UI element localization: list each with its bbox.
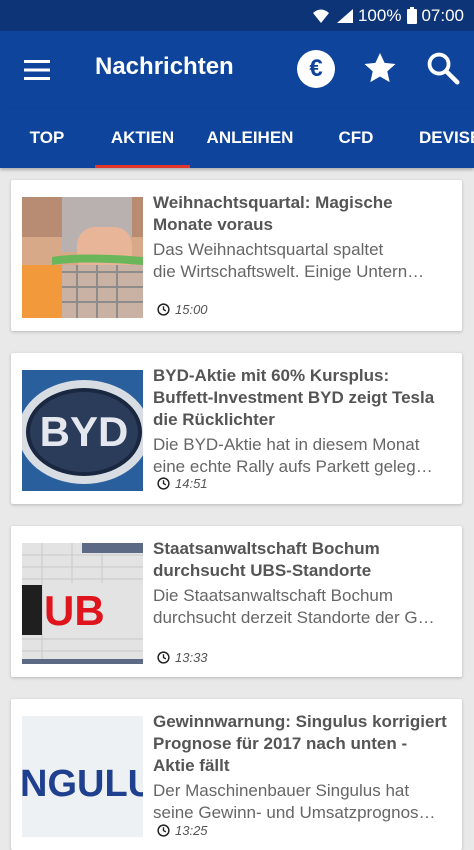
article-excerpt: Die BYD-Aktie hat in diesem Monat eine e… bbox=[153, 435, 433, 476]
tab-top[interactable]: TOP bbox=[10, 109, 84, 168]
article-title: BYD-Aktie mit 60% Kursplus: Buffett-Inve… bbox=[153, 366, 435, 429]
news-card[interactable]: Weihnachtsquartal: Magische Monate vorau… bbox=[11, 180, 462, 331]
article-thumbnail bbox=[22, 197, 143, 318]
favorites-button[interactable] bbox=[361, 49, 399, 87]
tab-label: DEVISEN bbox=[419, 128, 474, 147]
article-time: 13:25 bbox=[157, 823, 208, 838]
wifi-icon bbox=[312, 8, 330, 24]
signal-icon bbox=[336, 8, 354, 24]
clock-icon bbox=[157, 651, 170, 664]
clock-icon bbox=[157, 477, 170, 490]
article-excerpt: Der Maschinenbauer Singulus hat seine Ge… bbox=[153, 781, 436, 822]
news-card[interactable]: BYD BYD-Aktie mit 60% Kursplus: Buffett-… bbox=[11, 353, 462, 504]
page-title: Nachrichten bbox=[95, 53, 234, 80]
tab-label: AKTIEN bbox=[110, 128, 175, 147]
article-time: 15:00 bbox=[157, 302, 208, 317]
svg-text:NGULUS: NGULUS bbox=[22, 763, 143, 805]
article-title: Weihnachtsquartal: Magische Monate vorau… bbox=[153, 193, 393, 234]
article-time: 13:33 bbox=[157, 650, 208, 665]
svg-text:BYD: BYD bbox=[40, 408, 129, 455]
news-card[interactable]: NGULUS Gewinnwarnung: Singulus korrigier… bbox=[11, 699, 462, 850]
article-thumbnail: BYD bbox=[22, 370, 143, 491]
status-bar: 100% 07:00 bbox=[0, 0, 474, 31]
article-time: 14:51 bbox=[157, 476, 208, 491]
tab-anleihen[interactable]: ANLEIHEN bbox=[198, 109, 302, 168]
search-icon bbox=[427, 52, 460, 85]
tab-label: TOP bbox=[29, 128, 65, 147]
article-excerpt: Das Weihnachtsquartal spaltet die Wirtsc… bbox=[153, 240, 425, 281]
tab-devisen[interactable]: DEVISEN bbox=[419, 109, 474, 168]
clock-icon bbox=[157, 824, 170, 837]
battery-percent: 100% bbox=[357, 5, 402, 25]
category-tabs: TOP AKTIEN ANLEIHEN CFD DEVISEN bbox=[0, 109, 474, 168]
article-title: Staatsanwaltschaft Bochum durchsucht UBS… bbox=[153, 539, 380, 580]
currency-button[interactable]: € bbox=[297, 50, 335, 88]
euro-icon: € bbox=[309, 55, 323, 82]
tab-cfd[interactable]: CFD bbox=[318, 109, 394, 168]
article-thumbnail: UB bbox=[22, 543, 143, 664]
clock-icon bbox=[157, 303, 170, 316]
menu-button[interactable] bbox=[20, 53, 54, 87]
app-bar: Nachrichten € bbox=[0, 31, 474, 109]
battery-icon bbox=[407, 7, 418, 24]
article-thumbnail: NGULUS bbox=[22, 716, 143, 837]
star-icon bbox=[364, 52, 396, 83]
svg-text:UB: UB bbox=[44, 587, 105, 634]
news-card[interactable]: UB Staatsanwaltschaft Bochum durchsucht … bbox=[11, 526, 462, 677]
article-excerpt: Die Staatsanwaltschaft Bochum durchsucht… bbox=[153, 586, 435, 627]
tab-aktien[interactable]: AKTIEN bbox=[95, 109, 190, 168]
clock: 07:00 bbox=[421, 5, 464, 25]
search-button[interactable] bbox=[424, 49, 462, 87]
tab-label: CFD bbox=[338, 128, 374, 147]
hamburger-menu-icon bbox=[24, 60, 50, 80]
article-title: Gewinnwarnung: Singulus korrigiert Progn… bbox=[153, 712, 447, 775]
tab-label: ANLEIHEN bbox=[206, 128, 294, 147]
